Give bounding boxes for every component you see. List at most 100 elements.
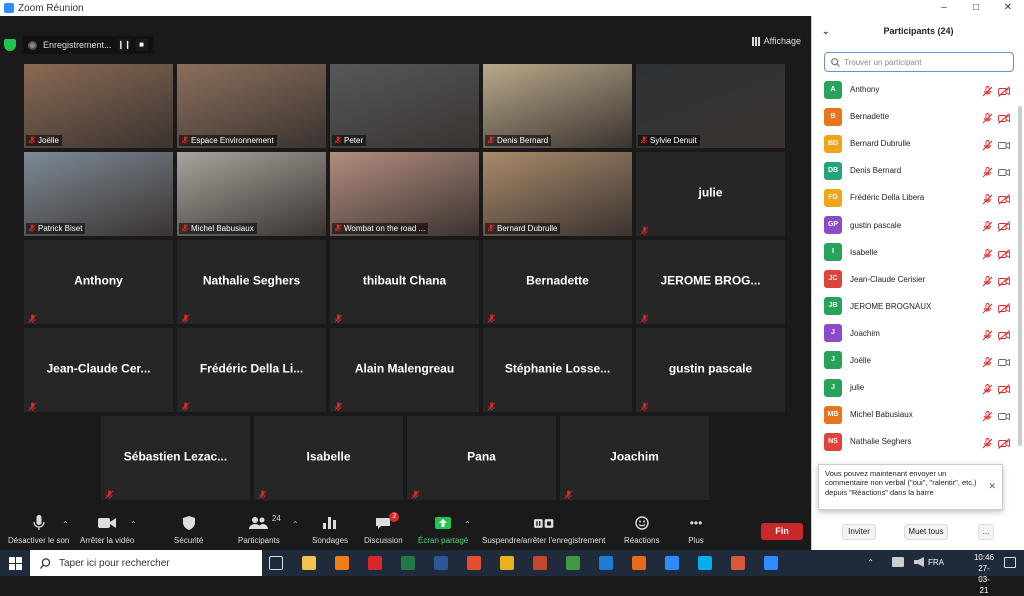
name-tile[interactable]: gustin pascale	[636, 328, 785, 412]
video-tile[interactable]: Espace Environnement	[177, 64, 326, 148]
muted-mic-icon[interactable]	[982, 192, 993, 205]
video-off-icon[interactable]	[998, 274, 1010, 287]
participants-button[interactable]: 24 Participants	[238, 514, 281, 545]
name-tile[interactable]: Joachim	[560, 416, 709, 500]
video-off-icon[interactable]	[998, 192, 1010, 206]
video-on-icon[interactable]	[998, 409, 1010, 421]
name-tile[interactable]: Isabelle	[254, 416, 403, 500]
mute-button[interactable]: Désactiver le son	[8, 514, 69, 545]
office-icon[interactable]	[464, 553, 484, 573]
excel-icon[interactable]	[398, 553, 418, 573]
participant-row[interactable]: GP gustin pascale	[812, 211, 1024, 238]
video-tile[interactable]: Joëlle	[24, 64, 173, 148]
name-tile[interactable]: JEROME BROG...	[636, 240, 785, 324]
video-on-icon[interactable]	[998, 355, 1010, 367]
audio-options-caret-icon[interactable]: ⌃	[62, 520, 69, 529]
muted-mic-icon[interactable]	[982, 111, 993, 124]
maximize-button[interactable]: □	[962, 0, 990, 16]
reactions-button[interactable]: Réactions	[624, 514, 660, 545]
video-tile[interactable]: Patrick Biset	[24, 152, 173, 236]
end-meeting-button[interactable]: Fin	[761, 523, 803, 540]
more-button[interactable]: ••• Plus	[686, 514, 706, 545]
tray-overflow-icon[interactable]: ⌃	[867, 558, 874, 567]
participant-row[interactable]: BD Bernard Dubrulle	[812, 130, 1024, 157]
taskbar-search-input[interactable]: Taper ici pour rechercher	[30, 550, 262, 576]
vlc-icon[interactable]	[332, 553, 352, 573]
mute-all-button[interactable]: Muet tous	[904, 524, 948, 540]
edge-icon[interactable]	[596, 553, 616, 573]
participant-row[interactable]: B Bernadette	[812, 103, 1024, 130]
stop-video-button[interactable]: Arrêter la vidéo	[80, 514, 134, 545]
participant-search-input[interactable]: Trouver un participant	[824, 52, 1014, 72]
network-icon[interactable]	[892, 557, 904, 567]
volume-icon[interactable]	[914, 557, 924, 567]
video-off-icon[interactable]	[998, 328, 1010, 341]
muted-mic-icon[interactable]	[982, 301, 993, 314]
language-indicator[interactable]: FRA	[928, 558, 944, 567]
name-tile[interactable]: Alain Malengreau	[330, 328, 479, 412]
video-off-icon[interactable]	[998, 301, 1010, 314]
participant-row[interactable]: JB JEROME BROGNAUX	[812, 293, 1024, 320]
muted-mic-icon[interactable]	[982, 84, 993, 97]
name-tile[interactable]: Nathalie Seghers	[177, 240, 326, 324]
pause-recording-button[interactable]: ❙❙	[117, 39, 131, 51]
stop-recording-button[interactable]: ■	[135, 39, 148, 51]
notifications-icon[interactable]	[1004, 557, 1016, 568]
close-button[interactable]: ✕	[994, 0, 1022, 16]
muted-mic-icon[interactable]	[982, 355, 993, 368]
participant-row[interactable]: NS Nathalie Seghers	[812, 428, 1024, 455]
muted-mic-icon[interactable]	[982, 436, 993, 449]
task-view-icon[interactable]	[266, 553, 286, 573]
name-tile[interactable]: Sébastien Lezac...	[101, 416, 250, 500]
name-tile[interactable]: Anthony	[24, 240, 173, 324]
security-button[interactable]: Sécurité	[174, 514, 203, 545]
video-options-caret-icon[interactable]: ⌃	[130, 520, 137, 529]
muted-mic-icon[interactable]	[982, 382, 993, 395]
firefox-icon[interactable]	[629, 553, 649, 573]
participant-row[interactable]: MB Michel Babusiaux	[812, 401, 1024, 428]
participant-row[interactable]: Jjulie	[812, 374, 1024, 401]
participant-row[interactable]: I Isabelle	[812, 239, 1024, 266]
chat-button[interactable]: 2 Discussion	[364, 512, 403, 545]
muted-mic-icon[interactable]	[982, 274, 993, 287]
muted-mic-icon[interactable]	[982, 138, 993, 151]
minimize-button[interactable]: –	[930, 0, 958, 16]
muted-mic-icon[interactable]	[982, 165, 993, 178]
start-button[interactable]	[0, 550, 30, 576]
video-off-icon[interactable]	[998, 382, 1010, 395]
video-off-icon[interactable]	[998, 219, 1010, 233]
word-icon[interactable]	[431, 553, 451, 573]
video-tile[interactable]: Denis Bernard	[483, 64, 632, 148]
name-tile[interactable]: julie	[636, 152, 785, 236]
muted-mic-icon[interactable]	[982, 219, 993, 232]
video-tile[interactable]: Wombat on the road ...	[330, 152, 479, 236]
share-options-caret-icon[interactable]: ⌃	[464, 520, 471, 529]
pause-stop-recording-button[interactable]: Suspendre/arrêter l'enregistrement	[482, 514, 605, 545]
video-tile[interactable]: Michel Babusiaux	[177, 152, 326, 236]
participant-row[interactable]: DB Denis Bernard	[812, 157, 1024, 184]
video-on-icon[interactable]	[998, 165, 1010, 177]
zoom-taskbar-icon[interactable]	[662, 553, 682, 573]
video-tile[interactable]: Sylvie Denuit	[636, 64, 785, 148]
panel-more-button[interactable]: ...	[978, 524, 994, 540]
file-explorer-icon[interactable]	[299, 553, 319, 573]
video-tile[interactable]: Peter	[330, 64, 479, 148]
name-tile[interactable]: Stéphanie Losse...	[483, 328, 632, 412]
participants-caret-icon[interactable]: ⌃	[292, 520, 299, 529]
invite-button[interactable]: Inviter	[842, 524, 876, 540]
paint-icon[interactable]	[728, 553, 748, 573]
encryption-shield-icon[interactable]	[4, 39, 16, 51]
participant-row[interactable]: JC Jean-Claude Cerisier	[812, 266, 1024, 293]
video-tile[interactable]: Bernard Dubrulle	[483, 152, 632, 236]
name-tile[interactable]: Jean-Claude Cer...	[24, 328, 173, 412]
muted-mic-icon[interactable]	[982, 247, 993, 259]
video-on-icon[interactable]	[998, 138, 1010, 150]
name-tile[interactable]: thibault Chana	[330, 240, 479, 324]
share-screen-button[interactable]: Écran partagé	[418, 514, 468, 545]
participant-list-scrollbar[interactable]	[1018, 106, 1022, 446]
muted-mic-icon[interactable]	[982, 328, 993, 341]
view-button[interactable]: Affichage	[751, 36, 801, 46]
chrome-icon[interactable]	[563, 553, 583, 573]
participant-row[interactable]: J Joëlle	[812, 347, 1024, 374]
clock[interactable]: 10:46 27-03-21	[974, 552, 994, 596]
